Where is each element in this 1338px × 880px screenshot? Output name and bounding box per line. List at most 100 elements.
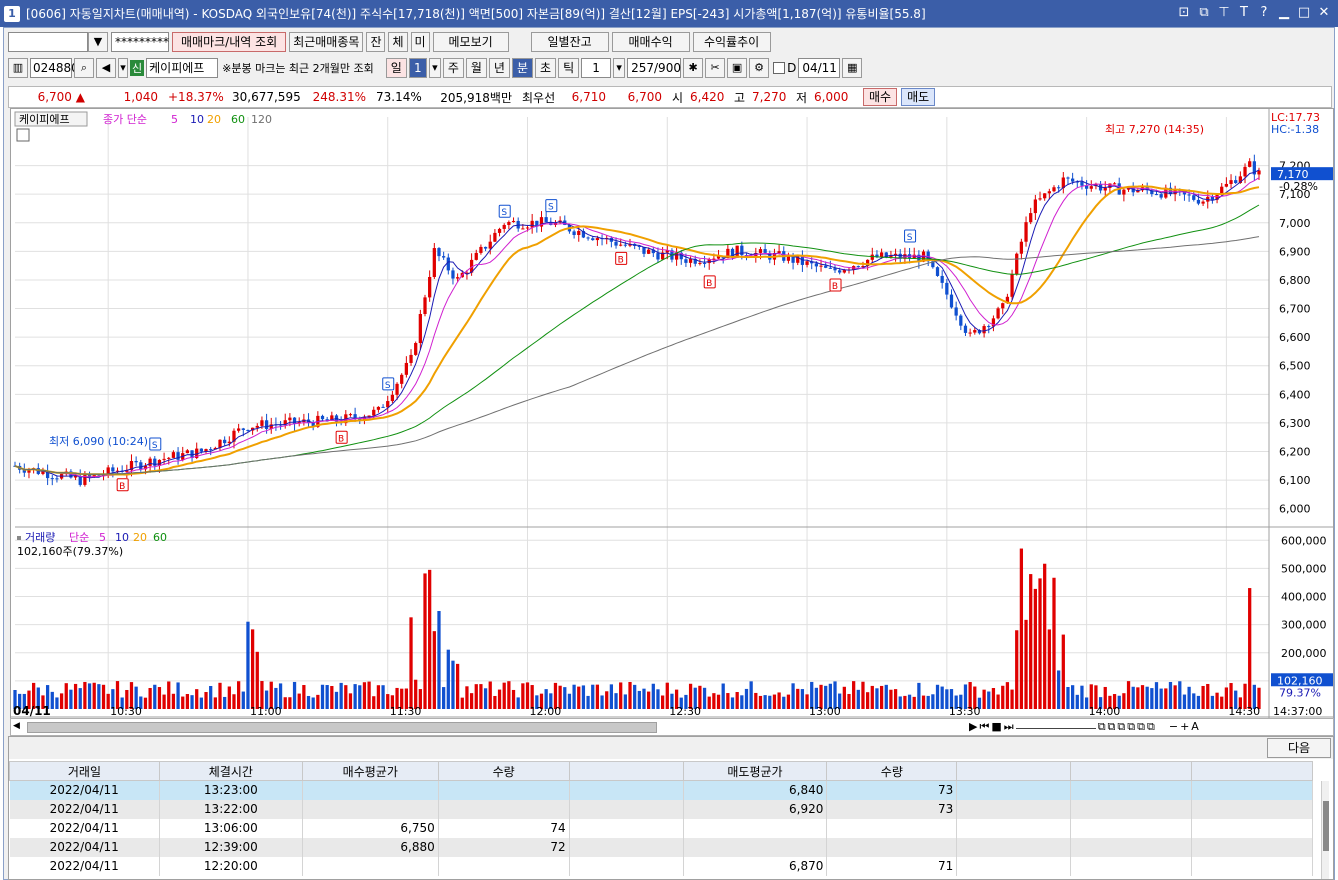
- zoom-in-icon[interactable]: +: [1180, 720, 1189, 734]
- close-icon[interactable]: ✕: [1316, 4, 1332, 22]
- column-header[interactable]: 매도평균가: [682, 761, 828, 781]
- play-icon[interactable]: ▶: [969, 720, 977, 734]
- next-button[interactable]: 다음: [1267, 738, 1331, 758]
- memo-button[interactable]: 메모보기: [432, 32, 509, 52]
- table-scroll-thumb[interactable]: [1323, 801, 1329, 851]
- grid-toggle-icon[interactable]: [16, 128, 30, 142]
- column-header[interactable]: 매수평균가: [301, 761, 439, 781]
- period-year-button[interactable]: 년: [488, 58, 510, 78]
- date-checkbox[interactable]: [773, 62, 786, 74]
- volume-bar: [875, 688, 879, 709]
- column-header[interactable]: 체결시간: [158, 761, 303, 781]
- table-cell: 6,870: [683, 856, 828, 876]
- period-week-button[interactable]: 주: [442, 58, 464, 78]
- bar-count[interactable]: 257/900: [627, 58, 682, 78]
- column-header[interactable]: [1070, 761, 1193, 781]
- column-header[interactable]: 수량: [437, 761, 570, 781]
- calendar-icon[interactable]: ▦: [842, 58, 863, 78]
- chevron-down-icon[interactable]: ▾: [428, 58, 441, 78]
- volume-bar: [64, 683, 68, 709]
- current-price: 6,700 ▲: [37, 90, 85, 104]
- stock-code-input[interactable]: 024880: [30, 58, 79, 78]
- minimize-icon[interactable]: ▁: [1276, 4, 1292, 22]
- zoom-slider[interactable]: [1015, 720, 1096, 729]
- chevron-down-icon[interactable]: ▾: [118, 58, 128, 78]
- volume-bar: [884, 684, 888, 709]
- scroll-left-icon[interactable]: ◀: [13, 721, 23, 733]
- chart-area[interactable]: B B B B B S S S S S 케이피에프 종가 단순 5 10 20 60 120 최고 7,270 (…: [10, 108, 1334, 740]
- forward-icon[interactable]: ⏭: [1004, 720, 1014, 734]
- period-month-button[interactable]: 월: [465, 58, 487, 78]
- ask-price: 6,710: [571, 90, 606, 104]
- trade-mark-query-button[interactable]: 매매마크/내역 조회: [172, 32, 287, 52]
- link-icon[interactable]: ⊡: [1176, 4, 1192, 22]
- password-input[interactable]: *********: [111, 32, 169, 52]
- layout-icon[interactable]: ⧉: [1117, 720, 1125, 734]
- gear-icon[interactable]: ⚙: [749, 58, 770, 78]
- column-header[interactable]: 거래일: [9, 761, 160, 781]
- font-icon[interactable]: T: [1236, 4, 1252, 22]
- candle-body: [502, 224, 506, 229]
- candlestick-chart[interactable]: BBBB BSSSSS케이피에프 종가 단순 5 10 20 60 120최고 7,270 (…: [11, 109, 1333, 719]
- table-row[interactable]: 2022/04/11 13:06:00 6,750 74: [9, 818, 1313, 838]
- candle-body: [1234, 180, 1238, 184]
- chevron-down-icon[interactable]: ▼: [88, 32, 108, 52]
- recent-stocks-button[interactable]: 최근매매종목: [289, 32, 364, 52]
- balance-button[interactable]: 잔: [366, 32, 386, 52]
- buy-button[interactable]: 매수: [863, 88, 898, 106]
- chevron-down-icon[interactable]: ▾: [613, 58, 626, 78]
- account-select[interactable]: [8, 32, 88, 52]
- zoom-out-icon[interactable]: −: [1169, 720, 1178, 734]
- save-icon[interactable]: ▣: [727, 58, 748, 78]
- layout-icon[interactable]: ⧉: [1127, 720, 1135, 734]
- scroll-thumb[interactable]: [27, 722, 657, 733]
- table-row[interactable]: 2022/04/11 12:20:00 6,870 71: [9, 856, 1313, 876]
- table-cell: [1070, 856, 1193, 876]
- tools-icon[interactable]: ✂: [705, 58, 726, 78]
- table-row[interactable]: 2022/04/11 13:23:00 6,840 73: [9, 780, 1313, 800]
- font-size-icon[interactable]: A: [1191, 720, 1199, 734]
- layout-icon[interactable]: ⧉: [1137, 720, 1145, 734]
- table-cell: [956, 837, 1072, 857]
- unfilled-button[interactable]: 미: [410, 32, 430, 52]
- high-price: 7,270: [752, 90, 787, 104]
- column-header[interactable]: [956, 761, 1072, 781]
- stop-icon[interactable]: ■: [991, 720, 1001, 734]
- indicator-icon[interactable]: ✱: [683, 58, 704, 78]
- search-icon[interactable]: ⌕: [74, 58, 94, 78]
- daily-balance-button[interactable]: 일별잔고: [530, 32, 609, 52]
- pin-icon[interactable]: ⊤: [1216, 4, 1232, 22]
- table-header: 거래일 체결시간 매수평균가 수량 매도평균가 수량: [9, 761, 1313, 781]
- executed-button[interactable]: 체: [388, 32, 408, 52]
- interval-input[interactable]: 1: [581, 58, 612, 78]
- copy-icon[interactable]: ⧉: [1196, 4, 1212, 22]
- ma-legend-5: 5: [171, 113, 178, 126]
- column-header[interactable]: 수량: [826, 761, 958, 781]
- layout-icon[interactable]: ⧉: [1147, 720, 1155, 734]
- layout-icon[interactable]: ⧉: [1098, 720, 1106, 734]
- trade-profit-button[interactable]: 매매수익: [611, 32, 690, 52]
- help-icon[interactable]: ?: [1256, 4, 1272, 22]
- period-tick-button[interactable]: 틱: [558, 58, 580, 78]
- table-row[interactable]: 2022/04/11 12:39:00 6,880 72: [9, 837, 1313, 857]
- column-header[interactable]: [1191, 761, 1313, 781]
- volume-bar: [619, 682, 623, 709]
- period-num[interactable]: 1: [408, 58, 427, 78]
- speaker-icon[interactable]: ◀: [96, 58, 116, 78]
- sell-button[interactable]: 매도: [901, 88, 936, 106]
- chart-type-icon[interactable]: ▥: [8, 58, 28, 78]
- column-header[interactable]: [568, 761, 684, 781]
- date-input[interactable]: 04/11: [798, 58, 841, 78]
- return-trend-button[interactable]: 수익률추이: [692, 32, 771, 52]
- chart-scrollbar[interactable]: ◀ ▶ ⏮ ■ ⏭ ⧉ ⧉ ⧉ ⧉ ⧉ ⧉ − + A: [10, 718, 1334, 736]
- table-scrollbar[interactable]: [1321, 781, 1329, 879]
- period-day-button[interactable]: 일: [385, 58, 407, 78]
- table-row[interactable]: 2022/04/11 13:22:00 6,920 73: [9, 799, 1313, 819]
- maximize-icon[interactable]: □: [1296, 4, 1312, 22]
- period-minute-button[interactable]: 분: [511, 58, 534, 78]
- sell-marker-label: S: [152, 441, 158, 451]
- layout-icon[interactable]: ⧉: [1108, 720, 1116, 734]
- period-second-button[interactable]: 초: [535, 58, 557, 78]
- rewind-icon[interactable]: ⏮: [979, 720, 989, 734]
- table-cell: 71: [826, 856, 958, 876]
